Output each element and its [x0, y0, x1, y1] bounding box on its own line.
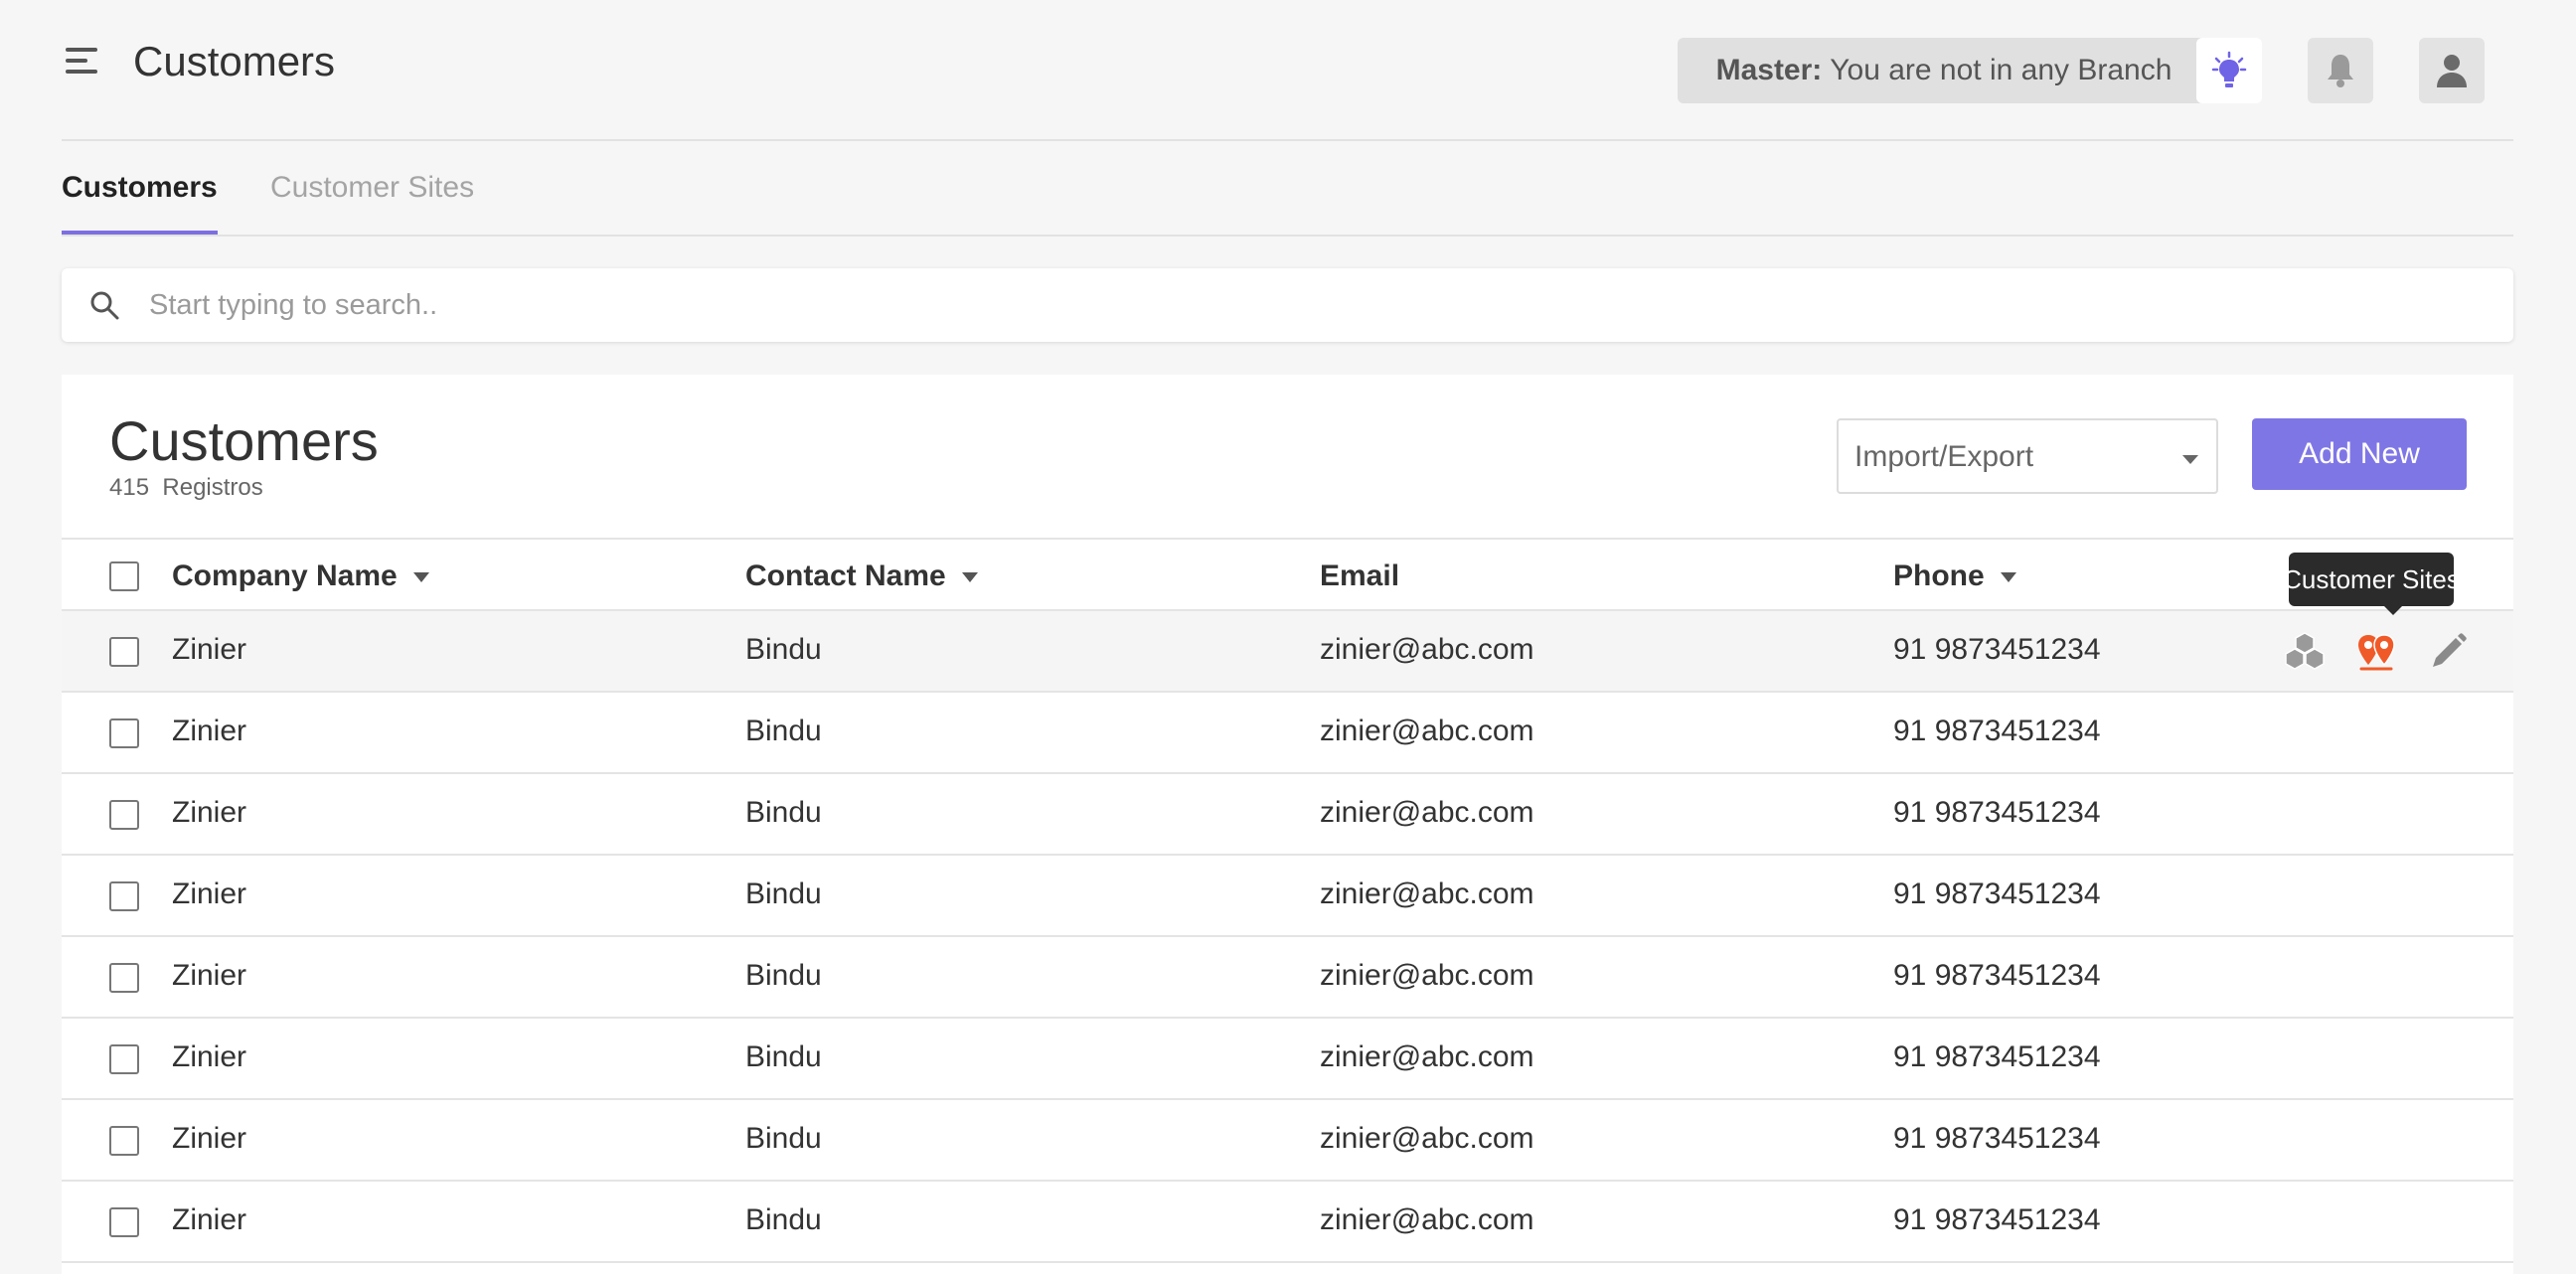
company-cell: Zinier — [172, 715, 247, 747]
column-header-label: Company Name — [172, 559, 398, 592]
branch-value: You are not in any Branch — [1830, 54, 2173, 86]
search-icon — [90, 291, 119, 320]
contact-cell: Bindu — [745, 1203, 822, 1236]
table-row[interactable]: Zinier Bindu zinier@abc.com 91 987345123… — [62, 693, 2513, 774]
user-icon[interactable] — [2419, 38, 2485, 103]
column-header-label: Phone — [1893, 559, 1985, 592]
contact-cell: Bindu — [745, 796, 822, 829]
row-checkbox[interactable] — [109, 637, 139, 667]
column-header-company[interactable]: Company Name — [172, 559, 429, 593]
pencil-icon[interactable] — [2425, 629, 2471, 675]
phone-cell: 91 9873451234 — [1893, 796, 2101, 829]
customers-card: Customers 415 Registros Import/Export Ad… — [62, 375, 2513, 1274]
row-checkbox[interactable] — [109, 800, 139, 830]
sort-down-icon[interactable] — [412, 572, 429, 583]
lightbulb-icon[interactable] — [2196, 38, 2262, 103]
customer-sites-tooltip: Customer Sites — [2283, 553, 2460, 615]
contact-cell: Bindu — [745, 1040, 822, 1073]
contact-cell: Bindu — [745, 633, 822, 666]
company-cell: Zinier — [172, 1203, 247, 1236]
email-cell: zinier@abc.com — [1320, 877, 1534, 910]
import-export-label: Import/Export — [1854, 440, 2034, 473]
company-cell: Zinier — [172, 1122, 247, 1155]
table-row[interactable]: Zinier Bindu zinier@abc.com 91 987345123… — [62, 937, 2513, 1019]
branch-badge[interactable]: Master: You are not in any Branch — [1678, 38, 2210, 103]
map-pin-icon[interactable] — [2353, 629, 2399, 675]
row-checkbox[interactable] — [109, 1126, 139, 1156]
hamburger-menu-icon[interactable] — [66, 48, 99, 78]
tab-bar: Customers Customer Sites — [62, 141, 2513, 237]
email-cell: zinier@abc.com — [1320, 796, 1534, 829]
contact-cell: Bindu — [745, 715, 822, 747]
column-header-label: Contact Name — [745, 559, 946, 592]
top-header: Customers Master: You are not in any Bra… — [62, 0, 2513, 141]
record-count-label: Registros — [162, 474, 263, 501]
email-cell: zinier@abc.com — [1320, 959, 1534, 992]
add-new-button[interactable]: Add New — [2252, 418, 2467, 490]
email-cell: zinier@abc.com — [1320, 1040, 1534, 1073]
table-row[interactable]: Zinier Bindu zinier@abc.com 91 987345123… — [62, 1100, 2513, 1182]
table-row[interactable]: Zinier Bindu zinier@abc.com 91 987345123… — [62, 611, 2513, 693]
column-header-contact[interactable]: Contact Name — [745, 559, 978, 593]
contact-cell: Bindu — [745, 877, 822, 910]
company-cell: Zinier — [172, 959, 247, 992]
phone-cell: 91 9873451234 — [1893, 1203, 2101, 1236]
search-bar — [62, 268, 2513, 342]
column-header-label: Email — [1320, 559, 1400, 592]
contact-cell: Bindu — [745, 959, 822, 992]
tab-customer-sites[interactable]: Customer Sites — [270, 171, 474, 225]
select-all-checkbox[interactable] — [109, 561, 139, 591]
card-title: Customers — [109, 409, 379, 472]
phone-cell: 91 9873451234 — [1893, 633, 2101, 666]
column-header-phone[interactable]: Phone — [1893, 559, 2016, 593]
record-count-value: 415 — [109, 474, 150, 501]
row-checkbox[interactable] — [109, 718, 139, 748]
branch-label: Master: — [1715, 54, 1823, 86]
email-cell: zinier@abc.com — [1320, 1122, 1534, 1155]
row-checkbox[interactable] — [109, 1044, 139, 1074]
cubes-icon[interactable] — [2282, 629, 2328, 675]
import-export-dropdown[interactable]: Import/Export — [1837, 418, 2218, 494]
column-header-email: Email — [1320, 559, 1399, 593]
page-title: Customers — [133, 38, 336, 84]
sort-down-icon[interactable] — [961, 572, 978, 583]
bell-icon[interactable] — [2308, 38, 2373, 103]
row-checkbox[interactable] — [109, 881, 139, 911]
company-cell: Zinier — [172, 633, 247, 666]
table-row[interactable]: Zinier Bindu zinier@abc.com 91 987345123… — [62, 1182, 2513, 1263]
row-checkbox[interactable] — [109, 963, 139, 993]
phone-cell: 91 9873451234 — [1893, 1122, 2101, 1155]
email-cell: zinier@abc.com — [1320, 715, 1534, 747]
company-cell: Zinier — [172, 796, 247, 829]
company-cell: Zinier — [172, 877, 247, 910]
tab-customers[interactable]: Customers — [62, 171, 218, 235]
table-header: Company Name Contact Name Email Phone — [62, 538, 2513, 611]
phone-cell: 91 9873451234 — [1893, 877, 2101, 910]
record-count: 415 Registros — [109, 474, 263, 502]
sort-down-icon[interactable] — [2000, 572, 2016, 583]
email-cell: zinier@abc.com — [1320, 633, 1534, 666]
table-row[interactable]: Zinier Bindu zinier@abc.com 91 987345123… — [62, 1019, 2513, 1100]
table-row[interactable]: Zinier Bindu zinier@abc.com 91 987345123… — [62, 774, 2513, 856]
contact-cell: Bindu — [745, 1122, 822, 1155]
company-cell: Zinier — [172, 1040, 247, 1073]
row-checkbox[interactable] — [109, 1207, 139, 1237]
phone-cell: 91 9873451234 — [1893, 1040, 2101, 1073]
table-row[interactable]: Zinier Bindu zinier@abc.com 91 987345123… — [62, 856, 2513, 937]
email-cell: zinier@abc.com — [1320, 1203, 1534, 1236]
customers-table: Company Name Contact Name Email Phone Zi… — [62, 538, 2513, 1263]
chevron-down-icon — [2182, 455, 2198, 464]
search-input[interactable] — [149, 282, 2435, 328]
phone-cell: 91 9873451234 — [1893, 959, 2101, 992]
phone-cell: 91 9873451234 — [1893, 715, 2101, 747]
